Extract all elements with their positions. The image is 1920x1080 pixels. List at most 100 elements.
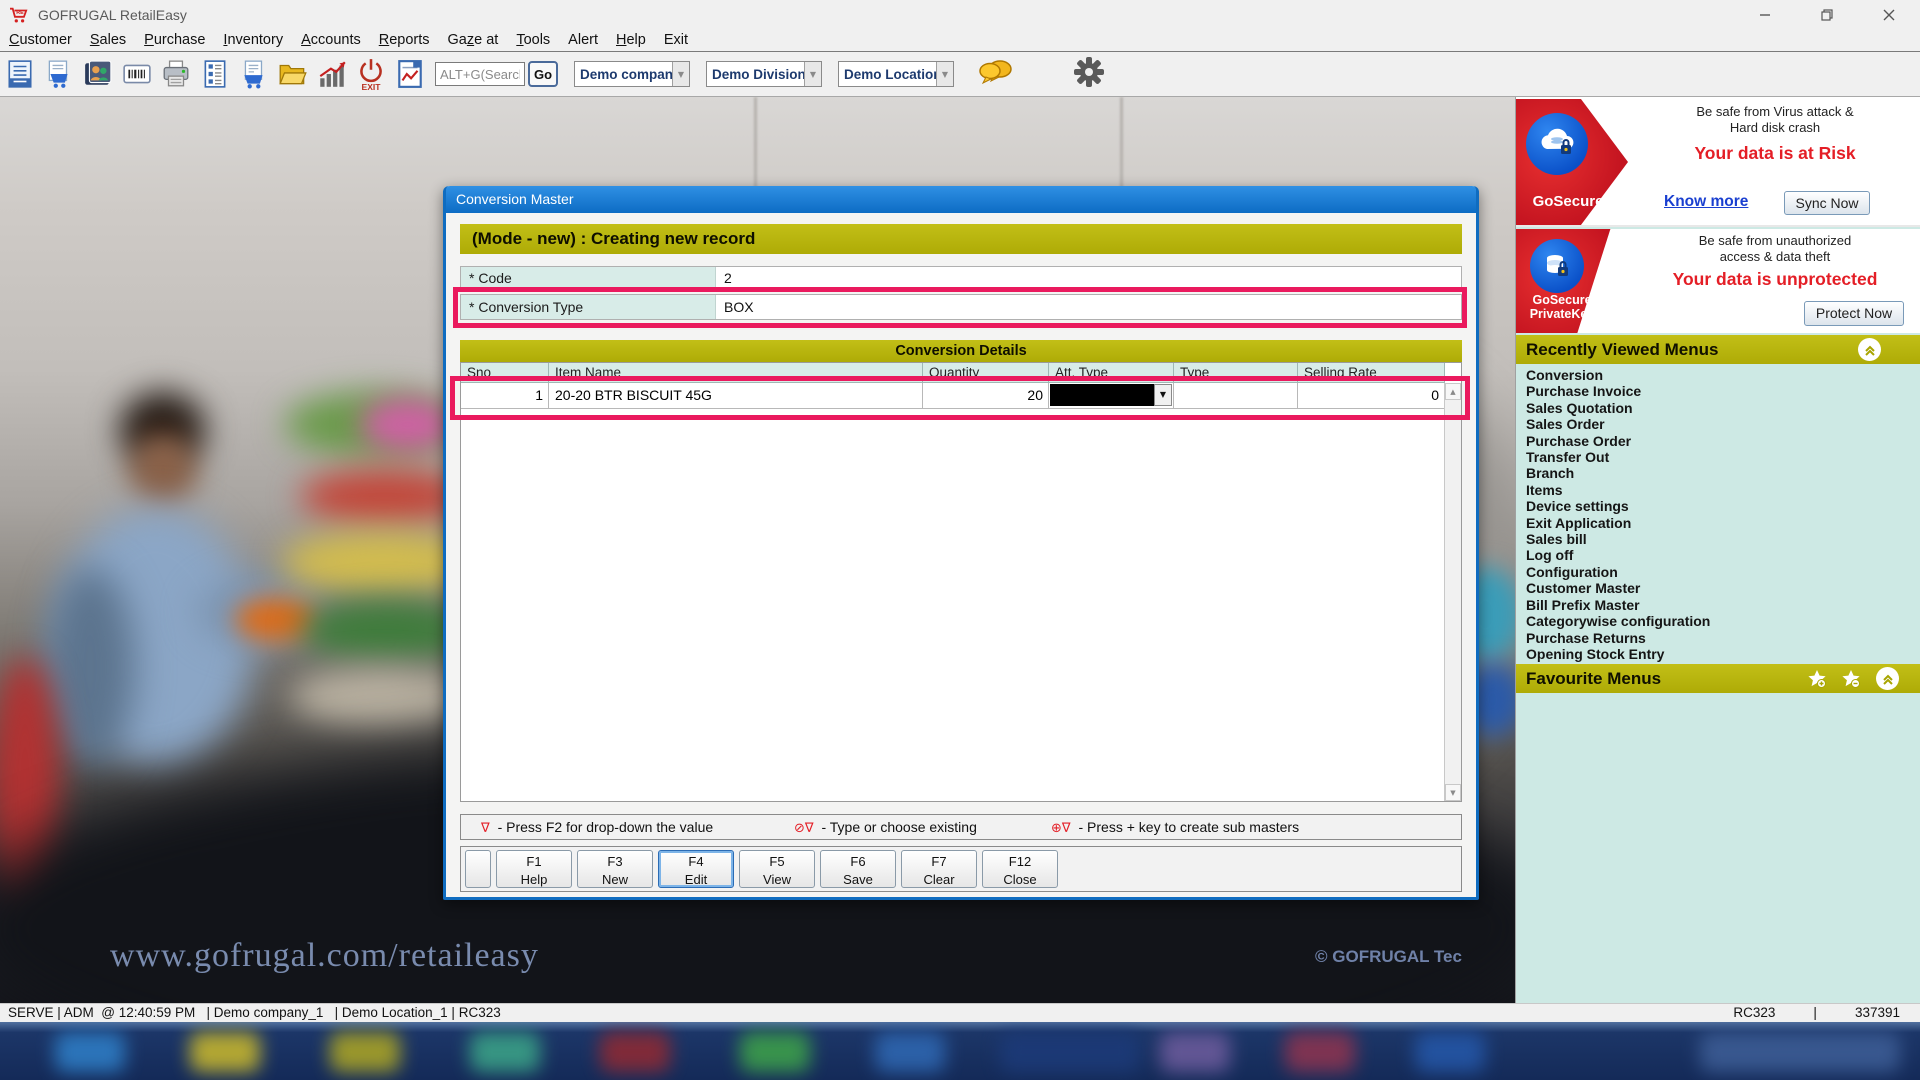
menu-item-purchase[interactable]: Purchase	[135, 29, 214, 52]
help-button[interactable]: F1 Help	[496, 850, 572, 888]
menu-item-reports[interactable]: Reports	[370, 29, 439, 52]
restore-button[interactable]	[1796, 0, 1858, 29]
go-button[interactable]: Go	[528, 61, 558, 87]
conversion-type-input[interactable]: BOX	[716, 295, 1461, 319]
settings-gear-icon[interactable]	[1072, 55, 1106, 94]
dialog-titlebar[interactable]: Conversion Master	[446, 186, 1476, 213]
location-dropdown[interactable]: Demo Location ▼	[838, 61, 954, 87]
company-dropdown[interactable]: Demo company_▼	[574, 61, 690, 87]
taskbar-app-icon[interactable]	[330, 1032, 400, 1072]
items-icon[interactable]	[195, 54, 234, 94]
row-cell-sno[interactable]: 1	[461, 383, 549, 409]
recent-menu-device-settings[interactable]: Device settings	[1526, 498, 1920, 514]
menu-item-tools[interactable]: Tools	[507, 29, 559, 52]
protect-now-button[interactable]: Protect Now	[1804, 301, 1904, 326]
menu-item-accounts[interactable]: Accounts	[292, 29, 370, 52]
taskbar-app-icon[interactable]	[875, 1032, 945, 1072]
row-cell-selling-rate[interactable]: 0	[1298, 383, 1445, 409]
taskbar-app-icon[interactable]	[740, 1032, 810, 1072]
report-icon[interactable]	[390, 54, 429, 94]
favourite-menus-header: Favourite Menus	[1516, 664, 1920, 693]
invoice-icon[interactable]	[0, 54, 39, 94]
recent-menu-transfer-out[interactable]: Transfer Out	[1526, 449, 1920, 465]
exit-icon[interactable]: EXIT	[351, 54, 390, 94]
row-cell-type[interactable]	[1174, 383, 1298, 409]
recent-menu-conversion[interactable]: Conversion	[1526, 367, 1920, 383]
recent-menu-sales-bill[interactable]: Sales bill	[1526, 531, 1920, 547]
chevron-down-icon[interactable]: ▼	[672, 62, 689, 86]
customers-icon[interactable]	[78, 54, 117, 94]
blank-button[interactable]	[465, 850, 491, 888]
recent-menu-log-off[interactable]: Log off	[1526, 547, 1920, 563]
new-button[interactable]: F3 New	[577, 850, 653, 888]
recent-menu-opening-stock-entry[interactable]: Opening Stock Entry	[1526, 646, 1920, 662]
chevron-down-icon[interactable]: ▼	[804, 62, 821, 86]
purchase-cart-icon[interactable]	[234, 54, 273, 94]
taskbar-app-icon[interactable]	[1160, 1032, 1230, 1072]
att-type-dropdown-icon[interactable]: ▼	[1154, 384, 1172, 406]
save-button[interactable]: F6 Save	[820, 850, 896, 888]
know-more-link[interactable]: Know more	[1664, 193, 1748, 211]
sales-cart-icon[interactable]	[39, 54, 78, 94]
minimize-button[interactable]	[1734, 0, 1796, 29]
taskbar-app-icon[interactable]	[470, 1032, 540, 1072]
remove-favourite-star-icon[interactable]	[1839, 667, 1863, 690]
code-field-row: * Code 2	[460, 266, 1462, 291]
recently-viewed-list: Conversion Purchase Invoice Sales Quotatio…	[1516, 364, 1920, 664]
recent-menu-purchase-invoice[interactable]: Purchase Invoice	[1526, 383, 1920, 399]
chat-bubbles-icon[interactable]	[976, 57, 1014, 92]
taskbar-app-icon[interactable]	[1000, 1032, 1140, 1072]
menu-item-exit[interactable]: Exit	[655, 29, 697, 52]
recent-menu-sales-order[interactable]: Sales Order	[1526, 416, 1920, 432]
table-row[interactable]: 1 20-20 BTR BISCUIT 45G 20 ▼ 0	[461, 383, 1445, 409]
column-header-att-type: Att. Type	[1049, 363, 1174, 383]
taskbar-app-icon[interactable]	[600, 1032, 670, 1072]
row-cell-att-type[interactable]: ▼	[1049, 383, 1174, 409]
recent-menu-configuration[interactable]: Configuration	[1526, 564, 1920, 580]
recent-menu-sales-quotation[interactable]: Sales Quotation	[1526, 400, 1920, 416]
taskbar-app-icon[interactable]	[1700, 1032, 1900, 1072]
recently-viewed-title: Recently Viewed Menus	[1526, 340, 1719, 359]
grid-scrollbar[interactable]: ▲ ▼	[1444, 383, 1461, 801]
chevron-down-icon[interactable]: ▼	[936, 62, 953, 86]
recent-menu-purchase-returns[interactable]: Purchase Returns	[1526, 630, 1920, 646]
recent-menu-customer-master[interactable]: Customer Master	[1526, 580, 1920, 596]
code-input[interactable]: 2	[716, 267, 1461, 290]
menu-item-help[interactable]: Help	[607, 29, 655, 52]
clear-button[interactable]: F7 Clear	[901, 850, 977, 888]
taskbar-app-icon[interactable]	[1285, 1032, 1355, 1072]
collapse-chevron-icon[interactable]	[1858, 338, 1881, 361]
edit-button[interactable]: F4 Edit	[658, 850, 734, 888]
scroll-down-icon[interactable]: ▼	[1445, 784, 1461, 801]
att-type-selected-value[interactable]	[1050, 384, 1154, 406]
row-cell-quantity[interactable]: 20	[923, 383, 1049, 409]
collapse-chevron-icon[interactable]	[1876, 667, 1899, 690]
recent-menu-exit-application[interactable]: Exit Application	[1526, 515, 1920, 531]
search-input[interactable]	[435, 62, 525, 86]
printer-icon[interactable]	[156, 54, 195, 94]
close-button[interactable]: F12 Close	[982, 850, 1058, 888]
menu-item-gaze-at[interactable]: Gaze at	[439, 29, 508, 52]
recent-menu-items[interactable]: Items	[1526, 482, 1920, 498]
division-dropdown[interactable]: Demo Division ▼	[706, 61, 822, 87]
chart-icon[interactable]	[312, 54, 351, 94]
menu-item-customer[interactable]: Customer	[0, 29, 81, 52]
menu-item-sales[interactable]: Sales	[81, 29, 135, 52]
folder-icon[interactable]	[273, 54, 312, 94]
recent-menu-branch[interactable]: Branch	[1526, 465, 1920, 481]
row-cell-item-name[interactable]: 20-20 BTR BISCUIT 45G	[549, 383, 923, 409]
taskbar-app-icon[interactable]	[55, 1032, 125, 1072]
menu-item-inventory[interactable]: Inventory	[214, 29, 292, 52]
recent-menu-categorywise-configuration[interactable]: Categorywise configuration	[1526, 613, 1920, 629]
sync-now-button[interactable]: Sync Now	[1784, 191, 1870, 215]
close-button[interactable]	[1858, 0, 1920, 29]
add-favourite-star-icon[interactable]	[1805, 667, 1829, 690]
menu-item-alert[interactable]: Alert	[559, 29, 607, 52]
barcode-icon[interactable]	[117, 54, 156, 94]
scroll-up-icon[interactable]: ▲	[1445, 383, 1461, 400]
recent-menu-bill-prefix-master[interactable]: Bill Prefix Master	[1526, 597, 1920, 613]
taskbar-app-icon[interactable]	[1415, 1032, 1485, 1072]
view-button[interactable]: F5 View	[739, 850, 815, 888]
recent-menu-purchase-order[interactable]: Purchase Order	[1526, 433, 1920, 449]
taskbar-app-icon[interactable]	[190, 1032, 260, 1072]
